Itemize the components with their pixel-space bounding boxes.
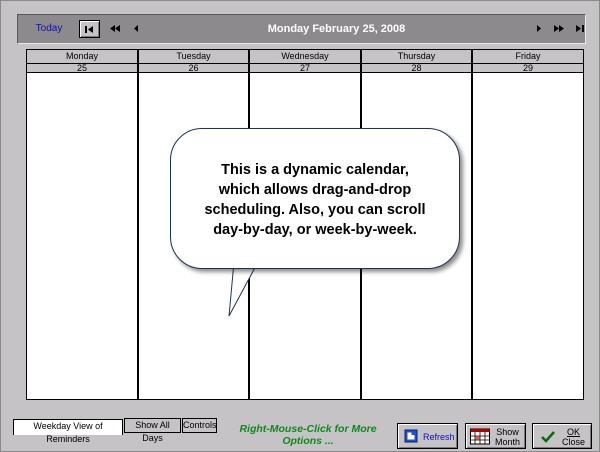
show-month-label: Show Month <box>495 427 520 447</box>
refresh-label: Refresh <box>423 432 455 442</box>
ok-close-button[interactable]: OK Close <box>532 423 592 449</box>
tab-show-all-days[interactable]: Show All Days <box>124 418 181 443</box>
day-name: Friday <box>473 50 583 63</box>
callout-text: This is a dynamic calendar, which allows… <box>171 160 459 240</box>
hint-line: Right-Mouse-Click for More <box>239 423 377 435</box>
ok-line: OK <box>567 427 581 437</box>
tab-weekday-view[interactable]: Weekday View of Reminders <box>13 419 123 444</box>
left-arrow-icon[interactable] <box>126 20 146 38</box>
skip-to-first-icon[interactable] <box>79 20 100 38</box>
day-date: 29 <box>473 63 583 73</box>
callout-line: day-by-day, or week-by-week. <box>213 222 417 238</box>
show-month-line: Show <box>496 427 519 437</box>
show-month-line: Month <box>495 437 521 447</box>
day-name: Monday <box>27 50 137 63</box>
day-name: Thursday <box>362 50 471 63</box>
calendar-header: Today Monday February 25, 2008 <box>17 14 586 44</box>
callout-line: which allows drag-and-drop <box>218 182 412 198</box>
day-date: 25 <box>27 63 137 73</box>
checkmark-icon <box>541 431 555 443</box>
ok-close-label: OK Close <box>562 427 585 447</box>
callout-line: scheduling. Also, you can scroll <box>204 202 426 218</box>
day-column-monday[interactable]: Monday 25 <box>27 50 139 399</box>
day-date: 27 <box>250 63 360 73</box>
right-arrow-icon[interactable] <box>529 20 549 38</box>
info-callout: This is a dynamic calendar, which allows… <box>170 128 460 269</box>
day-date: 26 <box>139 63 248 73</box>
show-month-button[interactable]: Show Month <box>465 423 526 449</box>
refresh-button[interactable]: Refresh <box>397 423 458 449</box>
header-date-title: Monday February 25, 2008 <box>267 23 406 35</box>
double-left-arrow-icon[interactable] <box>105 20 125 38</box>
refresh-icon <box>404 429 418 443</box>
skip-to-last-icon[interactable] <box>569 20 589 38</box>
ok-line: Close <box>562 437 586 447</box>
tab-controls[interactable]: Controls <box>182 418 217 433</box>
day-name: Tuesday <box>139 50 248 63</box>
right-click-hint: Right-Mouse-Click for More Options ... <box>234 423 382 447</box>
day-date: 28 <box>362 63 471 73</box>
double-right-arrow-icon[interactable] <box>549 20 569 38</box>
day-name: Wednesday <box>250 50 360 63</box>
callout-line: This is a dynamic calendar, <box>221 162 409 178</box>
callout-tail <box>228 261 259 317</box>
day-column-friday[interactable]: Friday 29 <box>473 50 583 399</box>
hint-line: Options ... <box>282 435 334 447</box>
today-button[interactable]: Today <box>24 20 74 38</box>
calendar-grid-icon <box>470 428 490 445</box>
